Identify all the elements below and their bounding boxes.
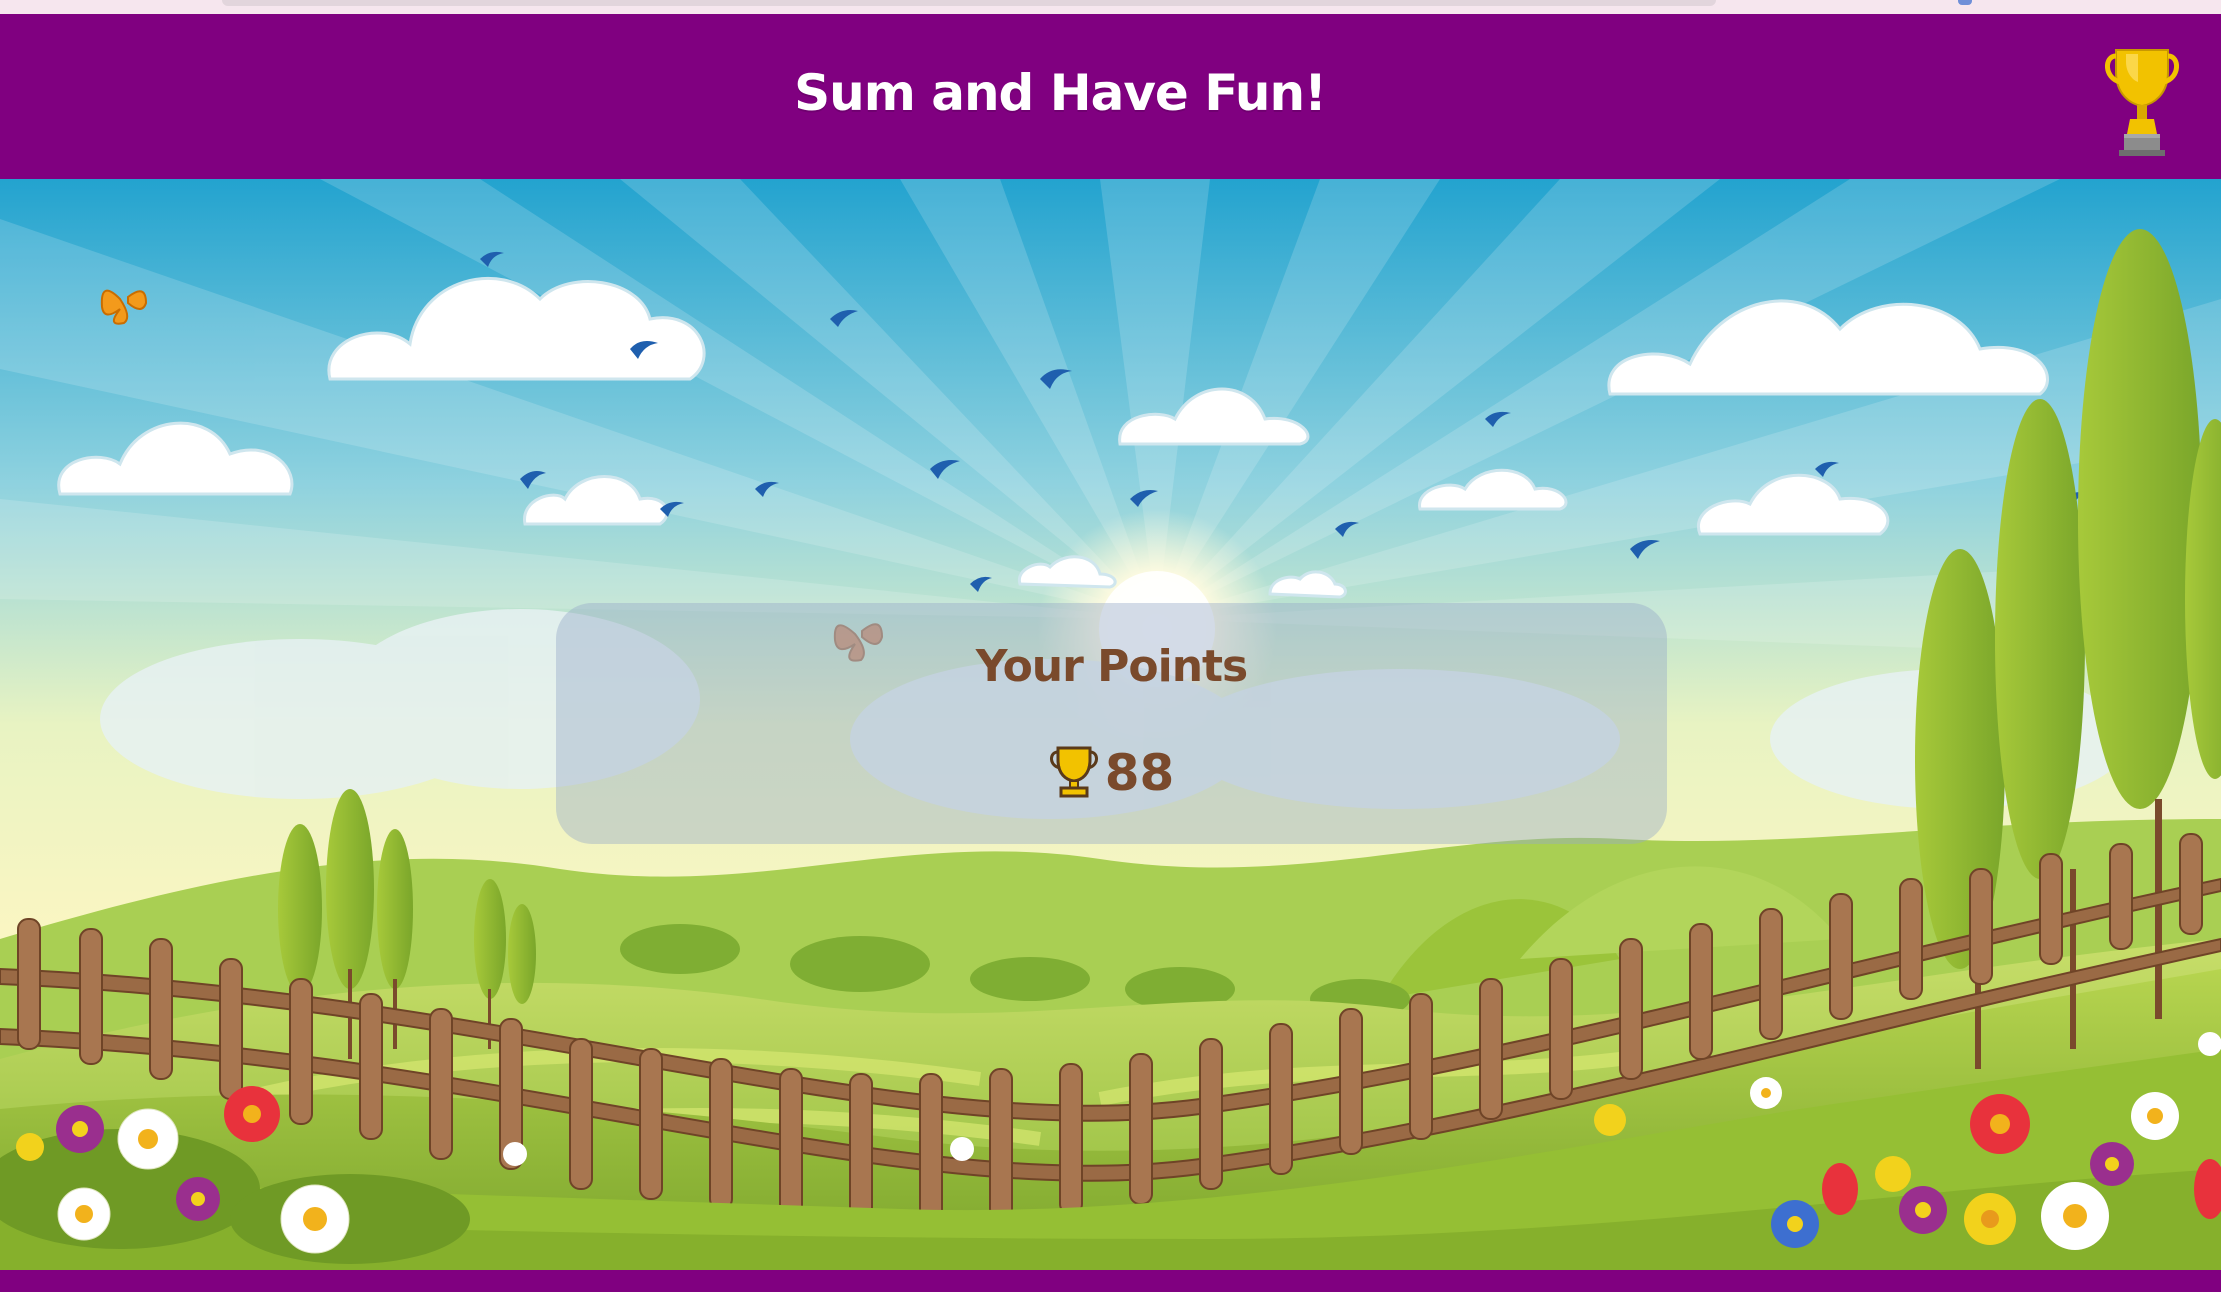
page-title: Sum and Have Fun! [794, 64, 1327, 122]
app-header: Sum and Have Fun! [0, 14, 2221, 179]
extension-icon[interactable] [1958, 0, 1972, 5]
points-display: 88 [556, 743, 1667, 803]
trophy-icon[interactable] [2102, 42, 2182, 162]
trophy-icon [1049, 744, 1099, 802]
points-value: 88 [1104, 744, 1175, 802]
address-bar[interactable] [222, 0, 1716, 6]
browser-chrome-strip [0, 0, 2221, 14]
footer-bar [0, 1270, 2221, 1292]
points-title: Your Points [975, 641, 1249, 692]
points-panel: Your Points 88 [556, 603, 1667, 844]
